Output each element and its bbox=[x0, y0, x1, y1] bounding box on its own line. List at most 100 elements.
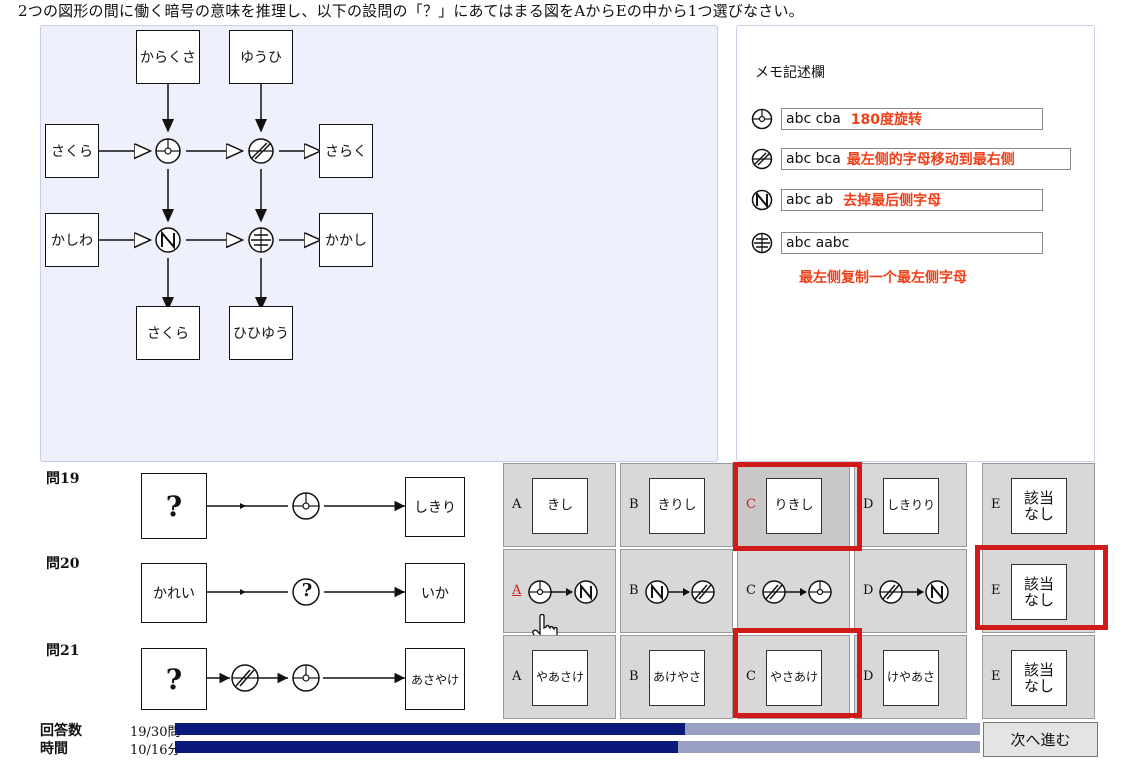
choice-letter: B bbox=[629, 583, 639, 598]
choice-card: 該当 なし bbox=[1011, 564, 1067, 620]
choice-card: しきりり bbox=[883, 478, 939, 534]
memo-panel: メモ記述欄 abc cba 180度旋转 abc bca 最左侧的字母移动到最右… bbox=[736, 25, 1095, 462]
question-19-result: しきり bbox=[405, 477, 465, 537]
diagram-box-left-top: さくら bbox=[45, 124, 99, 178]
rotate-symbol-icon bbox=[292, 492, 320, 520]
memo-row-slash: abc bca 最左侧的字母移动到最右侧 bbox=[751, 148, 1071, 170]
diagram-box-top-right: ゆうひ bbox=[229, 30, 293, 84]
answers-progress-bar bbox=[175, 723, 980, 735]
diagram-box-top-left: からくさ bbox=[136, 30, 200, 84]
q21-choice-e[interactable]: E 該当 なし bbox=[982, 635, 1095, 719]
memo-title: メモ記述欄 bbox=[755, 65, 825, 81]
answers-progress-fill bbox=[175, 723, 685, 735]
choice-card: きし bbox=[532, 478, 588, 534]
memo-note: 180度旋转 bbox=[850, 112, 923, 128]
q20-choice-c[interactable]: C bbox=[737, 549, 850, 633]
diagram-box-right-bottom: かかし bbox=[319, 213, 373, 267]
choice-letter: C bbox=[746, 497, 756, 512]
choice-letter: B bbox=[629, 669, 639, 684]
divide-symbol-icon bbox=[248, 227, 274, 253]
q20-choice-e[interactable]: E 該当 なし bbox=[982, 549, 1095, 633]
question-19-unknown: ? bbox=[141, 473, 207, 539]
q19-choice-b[interactable]: B きりし bbox=[620, 463, 733, 547]
choice-card: やあさけ bbox=[532, 650, 588, 706]
rotate-symbol-icon bbox=[528, 580, 552, 604]
q20-choice-b[interactable]: B bbox=[620, 549, 733, 633]
choice-card: 該当 なし bbox=[1011, 478, 1067, 534]
diagram-box-bottom-left: さくら bbox=[136, 306, 200, 360]
choice-letter: A bbox=[512, 669, 522, 684]
time-count: 10/16分 bbox=[130, 743, 181, 758]
q21-choice-a[interactable]: A やあさけ bbox=[503, 635, 616, 719]
diagram-box-bottom-right: ひひゆう bbox=[229, 306, 293, 360]
memo-note-below: 最左侧复制一个最左侧字母 bbox=[799, 270, 967, 286]
choice-symbols bbox=[879, 580, 949, 604]
choice-card: やさあけ bbox=[766, 650, 822, 706]
rotate-symbol-icon bbox=[808, 580, 832, 604]
memo-row-n: abc ab 去掉最后侧字母 bbox=[751, 189, 1043, 211]
n-symbol-icon bbox=[645, 580, 669, 604]
q21-choice-d[interactable]: D けやあさ bbox=[854, 635, 967, 719]
rotate-symbol-icon bbox=[751, 108, 773, 130]
memo-note: 最左侧的字母移动到最右侧 bbox=[846, 152, 1015, 168]
question-20-result: いか bbox=[405, 563, 465, 623]
memo-value: abc ab bbox=[786, 192, 834, 208]
memo-value: abc bca bbox=[786, 151, 841, 167]
choice-letter: C bbox=[746, 583, 756, 598]
memo-field-slash[interactable]: abc bca 最左侧的字母移动到最右侧 bbox=[781, 148, 1071, 170]
n-symbol-icon bbox=[574, 580, 598, 604]
q21-choice-b[interactable]: B あけやさ bbox=[620, 635, 733, 719]
diagram-box-right-top: さらく bbox=[319, 124, 373, 178]
question-label-21: 問21 bbox=[46, 643, 80, 659]
choice-symbols bbox=[645, 580, 715, 604]
q19-choice-c[interactable]: C りきし bbox=[737, 463, 850, 547]
n-symbol-icon bbox=[751, 189, 773, 211]
memo-field-rotate[interactable]: abc cba 180度旋转 bbox=[781, 108, 1043, 130]
choice-card: 該当 なし bbox=[1011, 650, 1067, 706]
choice-card: りきし bbox=[766, 478, 822, 534]
choice-symbols bbox=[762, 580, 832, 604]
choice-letter: A bbox=[512, 497, 522, 512]
choice-letter: E bbox=[991, 583, 1001, 598]
n-symbol-icon bbox=[155, 227, 181, 253]
slash-symbol-icon bbox=[751, 148, 773, 170]
instruction-text: 2つの図形の間に働く暗号の意味を推理し、以下の設問の「？」にあてはまる図をAから… bbox=[18, 2, 804, 20]
q20-choice-d[interactable]: D bbox=[854, 549, 967, 633]
question-label-19: 問19 bbox=[46, 471, 80, 487]
next-button[interactable]: 次へ進む bbox=[983, 722, 1098, 757]
question-21-result: あさやけ bbox=[405, 648, 465, 710]
choice-letter: D bbox=[863, 497, 874, 512]
question-20-source: かれい bbox=[141, 563, 207, 623]
time-label: 時間 bbox=[40, 741, 68, 757]
slash-symbol-icon bbox=[879, 580, 903, 604]
choice-card: あけやさ bbox=[649, 650, 705, 706]
memo-value: abc cba bbox=[786, 111, 841, 127]
q19-choice-d[interactable]: D しきりり bbox=[854, 463, 967, 547]
slash-symbol-icon bbox=[231, 664, 259, 692]
choice-card: きりし bbox=[649, 478, 705, 534]
memo-value: abc aabc bbox=[786, 235, 850, 251]
diagram-box-left-bottom: かしわ bbox=[45, 213, 99, 267]
choice-letter: D bbox=[863, 583, 874, 598]
slash-symbol-icon bbox=[248, 138, 274, 164]
n-symbol-icon bbox=[925, 580, 949, 604]
choice-letter: C bbox=[746, 669, 756, 684]
diagram-panel: からくさ ゆうひ さくら さらく かしわ かかし さくら ひひゆう bbox=[40, 25, 718, 462]
choice-letter: E bbox=[991, 497, 1001, 512]
q19-choice-a[interactable]: A きし bbox=[503, 463, 616, 547]
memo-field-divide[interactable]: abc aabc bbox=[781, 232, 1043, 254]
answers-count: 19/30問 bbox=[130, 725, 181, 740]
q21-choice-c[interactable]: C やさあけ bbox=[737, 635, 850, 719]
q19-choice-e[interactable]: E 該当 なし bbox=[982, 463, 1095, 547]
slash-symbol-icon bbox=[762, 580, 786, 604]
memo-row-rotate: abc cba 180度旋转 bbox=[751, 108, 1043, 130]
time-progress-fill bbox=[175, 741, 679, 753]
memo-field-n[interactable]: abc ab 去掉最后侧字母 bbox=[781, 189, 1043, 211]
choice-symbols bbox=[528, 580, 598, 604]
memo-row-divide: abc aabc bbox=[751, 232, 1043, 254]
choice-letter: E bbox=[991, 669, 1001, 684]
choice-letter: B bbox=[629, 497, 639, 512]
q20-choice-a[interactable]: A bbox=[503, 549, 616, 633]
rotate-symbol-icon bbox=[155, 138, 181, 164]
memo-note: 去掉最后侧字母 bbox=[843, 193, 942, 209]
